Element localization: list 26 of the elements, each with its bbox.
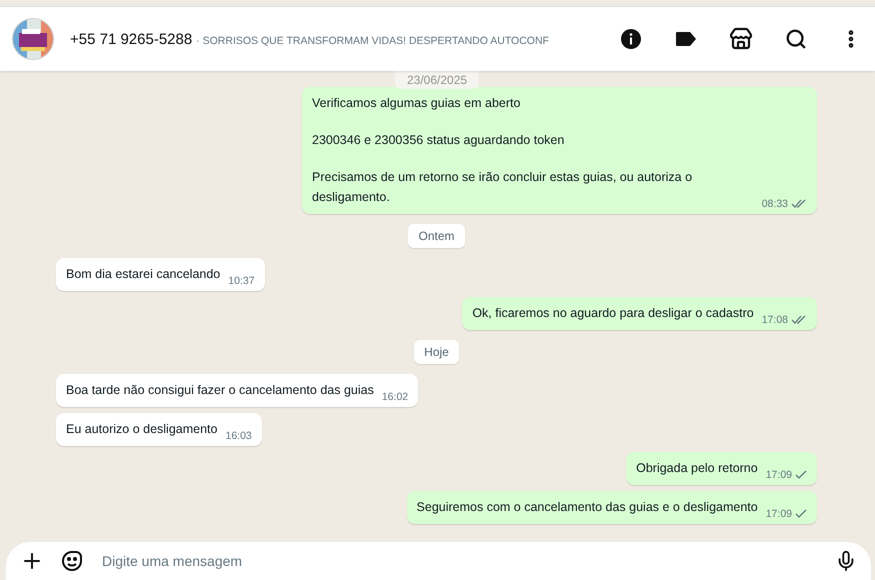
message-text: Bom dia estarei cancelando — [66, 266, 220, 283]
date-chip: 23/06/2025 — [395, 71, 480, 89]
message-text: Eu autorizo o desligamento — [66, 421, 218, 438]
contact-phone: +55 71 9265-5288 — [70, 30, 192, 48]
message-time: 16:03 — [225, 430, 252, 442]
message-time: 10:37 — [228, 275, 255, 287]
date-chip: Hoje — [414, 340, 459, 364]
message-time: 17:08 — [762, 314, 788, 326]
contact-status: · SORRISOS QUE TRANSFORMAM VIDAS! DESPERTANDO AUTOCONF — [196, 34, 549, 46]
message-time: 17:09 — [766, 469, 792, 481]
message-input[interactable]: Digite uma mensagem — [100, 552, 819, 570]
message-time: 17:09 — [766, 508, 792, 520]
message-text: Precisamos de um retorno se irão concluir estas guias, ou autoriza o desligamento. — [312, 169, 694, 206]
info-icon[interactable] — [618, 26, 644, 52]
message-text: Verificamos algumas guias em aberto — [312, 95, 522, 112]
message-time: 16:02 — [382, 391, 408, 403]
message-field[interactable]: Digite uma mensagem — [6, 542, 871, 580]
store-icon[interactable] — [728, 26, 754, 52]
date-chip: Ontem — [408, 224, 464, 248]
message-text: Seguiremos com o cancelamento das guias e o desligamento — [416, 499, 758, 516]
message-text: Boa tarde não consigui fazer o cancelamento das guias — [66, 382, 374, 399]
message-time: 08:33 — [762, 198, 788, 210]
message-text: Ok, ficaremos no aguardo para desligar o cadastro — [472, 305, 754, 322]
message-text: Obrigada pelo retorno — [636, 460, 758, 477]
sticker-icon[interactable] — [60, 549, 84, 573]
message-text: 2300346 e 2300356 status aguardando token — [312, 132, 566, 149]
